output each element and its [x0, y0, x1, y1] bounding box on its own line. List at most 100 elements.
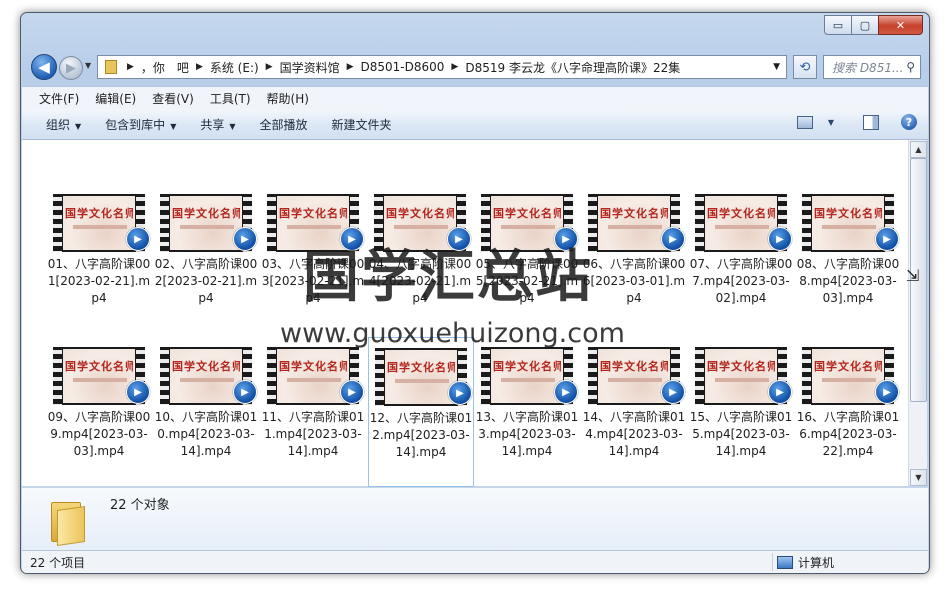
organize-label: 组织	[46, 117, 71, 132]
file-item[interactable]: 国学文化名师系 ▶ 09、八字高阶课009.mp4[2023-03-03].mp4	[47, 337, 151, 485]
media-player-icon: ▶	[661, 227, 685, 251]
thumbnail-frame: 国学文化名师系	[812, 196, 884, 250]
breadcrumb-user[interactable]: ，你 吧	[141, 59, 189, 76]
menu-help[interactable]: 帮助(H)	[267, 90, 309, 107]
help-icon: ?	[901, 114, 917, 130]
file-item[interactable]: 国学文化名师系 ▶ 07、八字高阶课007.mp4[2023-03-02].mp4	[689, 184, 793, 332]
thumbnail-subtitle-bar	[395, 379, 449, 383]
file-item[interactable]: 国学文化名师系 ▶ 11、八字高阶课011.mp4[2023-03-14].mp4	[261, 337, 365, 485]
chevron-right-icon[interactable]: ▶	[266, 62, 273, 72]
thumbnail-frame: 国学文化名师系	[812, 349, 884, 403]
thumbnail-frame: 国学文化名师系	[705, 349, 777, 403]
file-list: 国学文化名师系▶01、八字高阶课001[2023-02-21].mp4国学文化名…	[22, 140, 908, 487]
menu-bar: 文件(F) 编辑(E) 查看(V) 工具(T) 帮助(H)	[22, 86, 928, 109]
vertical-scrollbar[interactable]: ▲ ▼	[908, 140, 927, 486]
thumbnail-subtitle-bar	[608, 225, 662, 229]
recent-pages-dropdown[interactable]: ▼	[85, 61, 91, 70]
film-strip	[802, 194, 811, 252]
media-player-icon: ▶	[768, 227, 792, 251]
thumbnail-title: 国学文化名师系	[600, 360, 668, 373]
menu-edit[interactable]: 编辑(E)	[95, 90, 136, 107]
file-name: 14、八字高阶课014.mp4[2023-03-14].mp4	[582, 410, 686, 458]
file-item[interactable]: 国学文化名师系 ▶ 10、八字高阶课010.mp4[2023-03-14].mp4	[154, 337, 258, 485]
thumbnail-subtitle-bar	[394, 225, 448, 229]
file-item[interactable]: 国学文化名师系 ▶ 02、八字高阶课002[2023-02-21].mp4	[154, 184, 258, 332]
chevron-right-icon[interactable]: ▶	[347, 62, 354, 72]
play-all-button[interactable]: 全部播放	[260, 116, 308, 133]
file-item[interactable]: 国学文化名师系 ▶ 06、八字高阶课006[2023-03-01].mp4	[582, 184, 686, 332]
breadcrumb-library[interactable]: 国学资料馆	[280, 59, 340, 76]
thumbnail-title: 国学文化名师系	[493, 360, 561, 373]
breadcrumb-drive[interactable]: 系统 (E:)	[210, 59, 259, 76]
status-location: 计算机	[772, 553, 834, 571]
thumbnail-frame: 国学文化名师系	[277, 349, 349, 403]
help-button[interactable]: ?	[900, 114, 918, 130]
file-item[interactable]: 国学文化名师系 ▶ 01、八字高阶课001[2023-02-21].mp4	[47, 184, 151, 332]
film-strip	[695, 194, 704, 252]
maximize-button[interactable]: ▢	[851, 15, 879, 35]
thumbnail-frame: 国学文化名师系	[385, 350, 457, 404]
thumbnail-title: 国学文化名师系	[707, 360, 775, 373]
file-item[interactable]: 国学文化名师系 ▶ 08、八字高阶课008.mp4[2023-03-03].mp4	[796, 184, 900, 332]
navigation-bar: ◀ ▶ ▼ ▶ ，你 吧 ▶ 系统 (E:) ▶ 国学资料馆 ▶ D8501-D…	[27, 53, 923, 81]
media-player-icon: ▶	[768, 380, 792, 404]
thumbnail-title: 国学文化名师系	[386, 207, 454, 220]
caption-buttons: ▭ ▢ ✕	[824, 15, 923, 35]
menu-file[interactable]: 文件(F)	[39, 90, 79, 107]
include-in-library-button[interactable]: 包含到库中 ▼	[105, 116, 176, 133]
breadcrumb-range[interactable]: D8501-D8600	[361, 60, 445, 74]
status-item-count: 22 个项目	[30, 555, 86, 570]
menu-view[interactable]: 查看(V)	[152, 90, 194, 107]
address-dropdown-icon[interactable]: ▼	[773, 62, 780, 72]
file-name: 06、八字高阶课006[2023-03-01].mp4	[582, 257, 686, 305]
forward-button[interactable]: ▶	[59, 56, 83, 80]
file-name: 07、八字高阶课007.mp4[2023-03-02].mp4	[689, 257, 793, 305]
file-item[interactable]: 国学文化名师系 ▶ 16、八字高阶课016.mp4[2023-03-22].mp4	[796, 337, 900, 485]
thumbnail-frame: 国学文化名师系	[63, 349, 135, 403]
view-icon	[797, 115, 813, 129]
search-placeholder: 搜索 D851...	[832, 60, 904, 75]
minimize-button[interactable]: ▭	[824, 15, 852, 35]
thumbnail-frame: 国学文化名师系	[491, 349, 563, 403]
thumbnail-subtitle-bar	[501, 225, 555, 229]
file-item[interactable]: 国学文化名师系 ▶ 13、八字高阶课013.mp4[2023-03-14].mp4	[475, 337, 579, 485]
new-folder-button[interactable]: 新建文件夹	[332, 116, 392, 133]
thumbnail-title: 国学文化名师系	[600, 207, 668, 220]
search-input[interactable]: 搜索 D851... ⚲	[823, 55, 921, 79]
file-item[interactable]: 国学文化名师系 ▶ 12、八字高阶课012.mp4[2023-03-14].mp4	[368, 337, 474, 487]
chevron-right-icon[interactable]: ▶	[196, 62, 203, 72]
thumbnail-title: 国学文化名师系	[279, 207, 347, 220]
media-player-icon: ▶	[126, 380, 150, 404]
address-bar[interactable]: ▶ ，你 吧 ▶ 系统 (E:) ▶ 国学资料馆 ▶ D8501-D8600 ▶…	[97, 55, 787, 79]
chevron-right-icon[interactable]: ▶	[127, 62, 134, 72]
organize-button[interactable]: 组织 ▼	[46, 116, 81, 133]
search-icon[interactable]: ⚲	[906, 60, 915, 74]
close-button[interactable]: ✕	[878, 15, 923, 35]
command-bar: 组织 ▼ 包含到库中 ▼ 共享 ▼ 全部播放 新建文件夹 ▼ ?	[22, 109, 928, 140]
thumbnail-frame: 国学文化名师系	[170, 349, 242, 403]
file-item[interactable]: 国学文化名师系 ▶ 15、八字高阶课015.mp4[2023-03-14].mp4	[689, 337, 793, 485]
preview-pane-icon	[863, 114, 879, 130]
toolbar-right-icons: ▼ ?	[782, 114, 918, 130]
back-button[interactable]: ◀	[31, 54, 57, 80]
menu-tools[interactable]: 工具(T)	[210, 90, 251, 107]
change-view-button[interactable]	[796, 114, 814, 130]
preview-pane-button[interactable]	[862, 114, 880, 130]
chevron-right-icon[interactable]: ▶	[451, 62, 458, 72]
folder-icon	[49, 500, 85, 546]
object-count: 22 个对象	[110, 498, 170, 513]
scroll-up-button[interactable]: ▲	[910, 141, 927, 158]
breadcrumb-current-folder[interactable]: D8519 李云龙《八字命理高阶课》22集	[465, 59, 680, 76]
thumbnail-subtitle-bar	[608, 378, 662, 382]
computer-icon	[777, 555, 793, 569]
media-player-icon: ▶	[126, 227, 150, 251]
scroll-down-button[interactable]: ▼	[910, 469, 927, 486]
file-name: 15、八字高阶课015.mp4[2023-03-14].mp4	[689, 410, 793, 458]
thumbnail-frame: 国学文化名师系	[170, 196, 242, 250]
thumbnail-frame: 国学文化名师系	[598, 196, 670, 250]
share-button[interactable]: 共享 ▼	[200, 116, 235, 133]
view-dropdown-icon[interactable]: ▼	[822, 114, 840, 130]
thumbnail-title: 国学文化名师系	[387, 361, 455, 374]
refresh-button[interactable]: ⟲	[793, 55, 817, 79]
file-item[interactable]: 国学文化名师系 ▶ 14、八字高阶课014.mp4[2023-03-14].mp4	[582, 337, 686, 485]
